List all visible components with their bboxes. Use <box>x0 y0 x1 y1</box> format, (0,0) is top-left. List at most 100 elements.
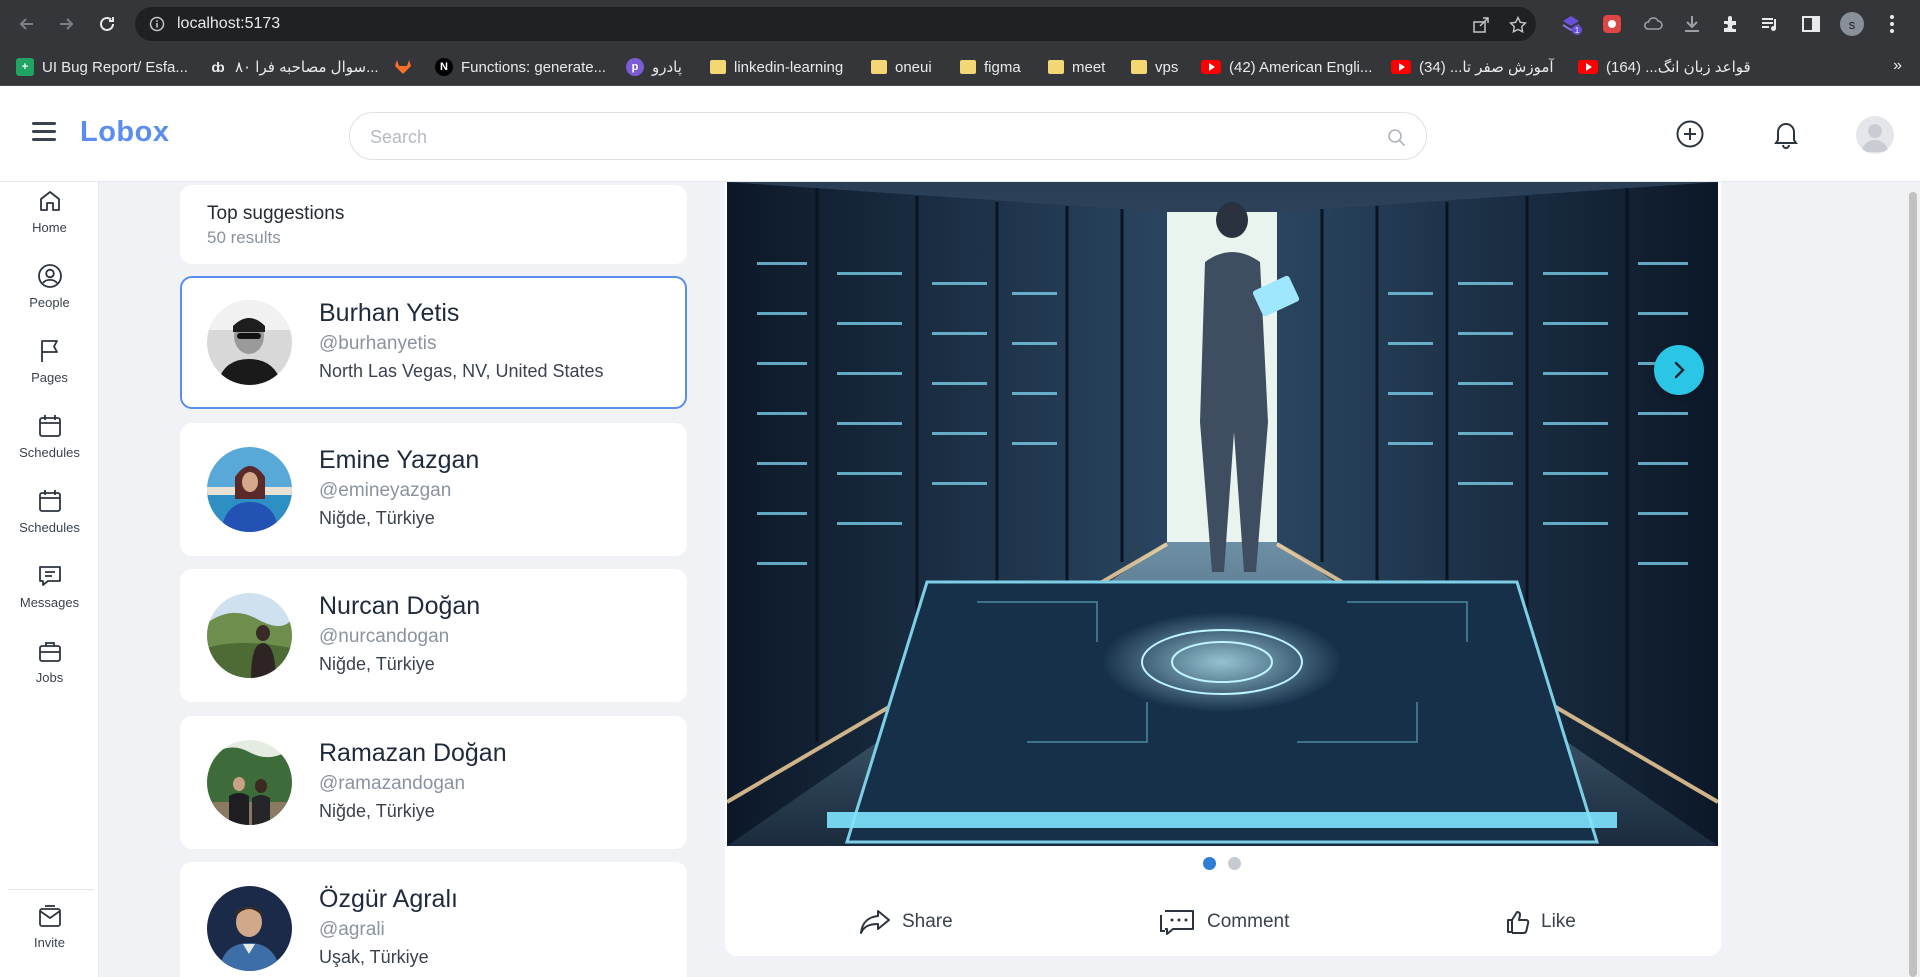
person-handle: @emineyazgan <box>319 480 452 501</box>
suggestion-card[interactable]: Özgür Agralı @agrali Uşak, Türkiye <box>180 862 687 977</box>
like-button[interactable]: Like <box>1505 907 1576 937</box>
share-button[interactable]: Share <box>858 907 953 937</box>
youtube-icon <box>1578 60 1598 74</box>
bookmark-label: قواعد زبان انگ... (164) <box>1606 59 1751 76</box>
bookmark-star-icon[interactable] <box>1508 15 1528 39</box>
bookmark-item[interactable]: (42) American Engli... <box>1201 58 1372 76</box>
search-bar[interactable] <box>349 112 1427 160</box>
bookmark-folder[interactable]: meet <box>1048 58 1105 76</box>
bookmark-item[interactable]: آموزش صفر تا... (34) <box>1391 58 1554 76</box>
bookmark-label: (42) American Engli... <box>1229 58 1373 76</box>
address-bar[interactable]: localhost:5173 <box>135 7 1536 41</box>
bookmark-folder[interactable]: figma <box>960 58 1021 76</box>
carousel-dot[interactable] <box>1228 857 1241 870</box>
sheets-icon: + <box>16 58 34 76</box>
more-bookmarks-chevron-icon[interactable]: » <box>1893 57 1902 75</box>
bookmark-item[interactable]: N Functions: generate... <box>435 58 606 76</box>
person-name[interactable]: Emine Yazgan <box>319 446 479 475</box>
svg-text:1: 1 <box>1575 26 1580 35</box>
avatar[interactable] <box>207 447 292 532</box>
results-count: 50 results <box>207 228 281 247</box>
person-name[interactable]: Nurcan Doğan <box>319 592 480 621</box>
person-name[interactable]: Burhan Yetis <box>319 299 459 328</box>
extensions-puzzle-icon[interactable] <box>1719 12 1743 36</box>
suggestion-card[interactable]: Burhan Yetis @burhanyetis North Las Vega… <box>180 276 687 409</box>
reload-button[interactable] <box>94 11 120 37</box>
bookmark-item[interactable]: قواعد زبان انگ... (164) <box>1578 58 1751 76</box>
search-icon[interactable] <box>1387 128 1406 152</box>
bookmark-folder[interactable]: oneui <box>871 58 932 76</box>
site-info-icon[interactable] <box>149 16 165 37</box>
nav-label: Invite <box>33 935 66 950</box>
media-control-icon[interactable] <box>1758 12 1782 36</box>
post-image[interactable] <box>727 182 1718 846</box>
logo[interactable]: Lobox <box>80 116 170 149</box>
suggestion-card[interactable]: Nurcan Doğan @nurcandogan Niğde, Türkiye <box>180 569 687 702</box>
person-location: Niğde, Türkiye <box>319 801 435 821</box>
person-name[interactable]: Ramazan Doğan <box>319 739 507 768</box>
nav-item-messages[interactable]: Messages <box>0 562 99 622</box>
post-card <box>725 182 1721 956</box>
bookmark-label: UI Bug Report/ Esfa... <box>42 58 188 76</box>
nav-label: People <box>29 295 70 310</box>
message-icon <box>36 562 64 590</box>
extension-badge-icon[interactable]: 1 <box>1559 12 1583 36</box>
people-icon <box>36 262 64 290</box>
avatar[interactable] <box>207 886 292 971</box>
share-page-icon[interactable] <box>1472 16 1490 39</box>
bookmark-item[interactable]: + UI Bug Report/ Esfa... <box>16 58 188 76</box>
nav-item-pages[interactable]: Pages <box>0 337 99 397</box>
page-scrollbar[interactable] <box>1906 190 1920 977</box>
comment-bubble-icon <box>1160 910 1194 935</box>
forward-arrow-icon <box>60 18 74 30</box>
avatar[interactable] <box>207 300 292 385</box>
suggestions-header: Top suggestions 50 results <box>180 185 687 264</box>
bookmark-item[interactable]: p پادرو <box>626 58 682 76</box>
side-panel-icon[interactable] <box>1799 12 1823 36</box>
bookmark-label: figma <box>984 58 1021 76</box>
url-text: localhost:5173 <box>177 15 281 32</box>
browser-toolbar: localhost:5173 1 s <box>0 0 1920 48</box>
extension-red-icon[interactable] <box>1600 12 1624 36</box>
share-label: Share <box>902 911 953 932</box>
suggestion-card[interactable]: Ramazan Doğan @ramazandogan Niğde, Türki… <box>180 716 687 849</box>
nav-item-invite[interactable]: Invite <box>0 902 99 962</box>
browser-menu-icon[interactable] <box>1880 12 1904 36</box>
bookmark-label: vps <box>1155 58 1179 76</box>
nav-item-jobs[interactable]: Jobs <box>0 637 99 697</box>
bookmark-folder[interactable]: vps <box>1131 58 1178 76</box>
person-handle: @burhanyetis <box>319 333 437 354</box>
hamburger-menu-icon[interactable] <box>32 122 56 142</box>
user-avatar[interactable] <box>1856 116 1894 154</box>
search-input[interactable] <box>370 125 1350 149</box>
comment-button[interactable]: Comment <box>1157 907 1289 937</box>
suggestion-card[interactable]: Emine Yazgan @emineyazgan Niğde, Türkiye <box>180 423 687 556</box>
notifications-bell-icon[interactable] <box>1770 118 1802 150</box>
avatar[interactable] <box>207 593 292 678</box>
nav-item-schedules-2[interactable]: Schedules <box>0 487 99 547</box>
bookmark-folder[interactable]: linkedin-learning <box>710 58 843 76</box>
bookmark-item[interactable]: ȸ ۸۰ سوال مصاحبه فرا... <box>209 58 378 76</box>
bookmark-label: oneui <box>895 58 932 76</box>
nav-item-home[interactable]: Home <box>0 187 99 247</box>
carousel-dot-active[interactable] <box>1203 857 1216 870</box>
person-handle: @ramazandogan <box>319 773 466 794</box>
next-slide-button[interactable] <box>1654 345 1704 395</box>
back-button[interactable] <box>14 11 40 37</box>
cloud-extension-icon[interactable] <box>1641 12 1665 36</box>
create-plus-icon[interactable] <box>1674 118 1706 150</box>
forward-button[interactable] <box>53 11 79 37</box>
scrollbar-thumb[interactable] <box>1909 192 1917 977</box>
notion-icon: ȸ <box>211 59 225 75</box>
avatar[interactable] <box>207 740 292 825</box>
nav-item-schedules[interactable]: Schedules <box>0 412 99 472</box>
download-extension-icon[interactable] <box>1680 12 1704 36</box>
bookmark-item[interactable] <box>394 58 412 76</box>
nav-item-people[interactable]: People <box>0 262 99 322</box>
nav-label: Pages <box>31 370 68 385</box>
person-name[interactable]: Özgür Agralı <box>319 885 458 914</box>
home-icon <box>36 187 64 215</box>
person-location: Uşak, Türkiye <box>319 947 429 967</box>
app-header: Lobox <box>0 86 1920 182</box>
browser-profile-avatar[interactable]: s <box>1840 12 1864 36</box>
